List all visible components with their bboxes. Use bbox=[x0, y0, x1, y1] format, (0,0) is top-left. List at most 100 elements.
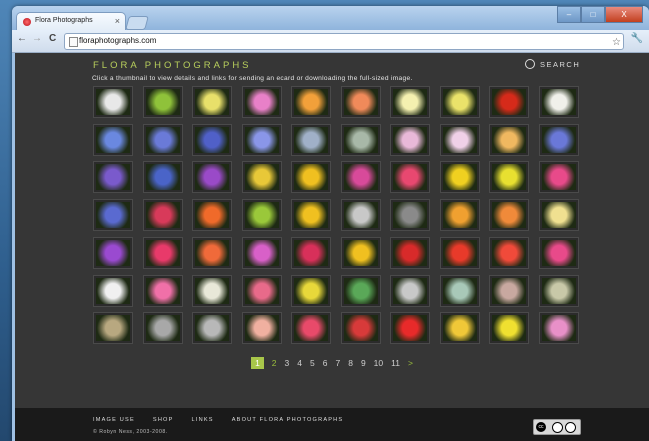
page-link-9[interactable]: 9 bbox=[361, 358, 366, 368]
page-link-2[interactable]: 2 bbox=[272, 358, 277, 368]
thumbnail[interactable] bbox=[439, 236, 480, 269]
thumbnail[interactable] bbox=[390, 274, 430, 307]
thumbnail[interactable] bbox=[439, 86, 480, 118]
thumbnail[interactable] bbox=[142, 86, 183, 118]
thumbnail[interactable] bbox=[241, 274, 282, 307]
thumbnail[interactable] bbox=[93, 274, 133, 307]
reload-button[interactable]: C bbox=[49, 33, 56, 44]
thumbnail[interactable] bbox=[241, 161, 282, 194]
page-link-10[interactable]: 10 bbox=[374, 358, 383, 368]
thumbnail[interactable] bbox=[439, 123, 480, 156]
thumbnail[interactable] bbox=[93, 312, 133, 345]
thumbnail[interactable] bbox=[142, 123, 183, 156]
footer-link[interactable]: ABOUT FLORA PHOTOGRAPHS bbox=[232, 417, 344, 423]
thumbnail[interactable] bbox=[93, 86, 133, 118]
thumbnail[interactable] bbox=[192, 236, 232, 269]
thumbnail[interactable] bbox=[340, 236, 381, 269]
thumbnail[interactable] bbox=[291, 274, 331, 307]
thumbnail[interactable] bbox=[291, 86, 331, 118]
thumbnail[interactable] bbox=[241, 236, 282, 269]
thumbnail[interactable] bbox=[538, 123, 579, 156]
maximize-button[interactable]: □ bbox=[581, 6, 605, 23]
forward-button[interactable]: → bbox=[32, 33, 42, 44]
thumbnail[interactable] bbox=[489, 161, 529, 194]
thumbnail[interactable] bbox=[192, 274, 232, 307]
page-link-11[interactable]: 11 bbox=[391, 358, 400, 368]
thumbnail[interactable] bbox=[340, 161, 381, 194]
thumbnail[interactable] bbox=[439, 199, 480, 232]
thumbnail[interactable] bbox=[142, 236, 183, 269]
thumbnail[interactable] bbox=[489, 274, 529, 307]
thumbnail[interactable] bbox=[192, 86, 232, 118]
thumbnail[interactable] bbox=[241, 123, 282, 156]
footer-link[interactable]: IMAGE USE bbox=[93, 417, 135, 423]
creative-commons-badge[interactable]: cc bbox=[533, 419, 581, 435]
thumbnail[interactable] bbox=[291, 236, 331, 269]
thumbnail[interactable] bbox=[241, 86, 282, 118]
thumbnail[interactable] bbox=[142, 312, 183, 345]
thumbnail[interactable] bbox=[340, 123, 381, 156]
thumbnail[interactable] bbox=[93, 123, 133, 156]
thumbnail[interactable] bbox=[489, 86, 529, 118]
page-link-3[interactable]: 3 bbox=[285, 358, 290, 368]
thumbnail[interactable] bbox=[340, 312, 381, 345]
thumbnail[interactable] bbox=[390, 236, 430, 269]
search-link[interactable]: SEARCH bbox=[525, 59, 580, 70]
thumbnail[interactable] bbox=[142, 199, 183, 232]
thumbnail[interactable] bbox=[538, 199, 579, 232]
thumbnail[interactable] bbox=[439, 274, 480, 307]
thumbnail[interactable] bbox=[93, 199, 133, 232]
thumbnail[interactable] bbox=[241, 312, 282, 345]
thumbnail[interactable] bbox=[390, 161, 430, 194]
thumbnail[interactable] bbox=[489, 199, 529, 232]
thumbnail[interactable] bbox=[538, 312, 579, 345]
thumbnail[interactable] bbox=[340, 274, 381, 307]
thumbnail[interactable] bbox=[340, 86, 381, 118]
page-link-6[interactable]: 6 bbox=[323, 358, 328, 368]
thumbnail[interactable] bbox=[142, 274, 183, 307]
thumbnail[interactable] bbox=[390, 199, 430, 232]
thumbnail[interactable] bbox=[439, 161, 480, 194]
thumbnail[interactable] bbox=[192, 199, 232, 232]
thumbnail[interactable] bbox=[291, 161, 331, 194]
site-logo[interactable]: FLORA PHOTOGRAPHS bbox=[93, 60, 252, 71]
thumbnail[interactable] bbox=[538, 86, 579, 118]
page-link-4[interactable]: 4 bbox=[297, 358, 302, 368]
thumbnail[interactable] bbox=[538, 161, 579, 194]
thumbnail[interactable] bbox=[93, 236, 133, 269]
thumbnail[interactable] bbox=[291, 312, 331, 345]
thumbnail[interactable] bbox=[291, 199, 331, 232]
thumbnail[interactable] bbox=[538, 236, 579, 269]
thumbnail[interactable] bbox=[439, 312, 480, 345]
thumbnail[interactable] bbox=[390, 312, 430, 345]
thumbnail[interactable] bbox=[291, 123, 331, 156]
bookmark-star-icon[interactable]: ☆ bbox=[612, 37, 621, 48]
new-tab-button[interactable] bbox=[125, 16, 149, 30]
page-link-5[interactable]: 5 bbox=[310, 358, 315, 368]
thumbnail[interactable] bbox=[340, 199, 381, 232]
thumbnail[interactable] bbox=[142, 161, 183, 194]
wrench-icon[interactable]: 🔧 bbox=[631, 33, 643, 44]
page-link-8[interactable]: 8 bbox=[348, 358, 353, 368]
footer-link[interactable]: SHOP bbox=[153, 417, 174, 423]
footer-link[interactable]: LINKS bbox=[192, 417, 214, 423]
back-button[interactable]: ← bbox=[17, 33, 27, 44]
thumbnail[interactable] bbox=[489, 123, 529, 156]
thumbnail[interactable] bbox=[390, 123, 430, 156]
thumbnail[interactable] bbox=[192, 123, 232, 156]
thumbnail[interactable] bbox=[93, 161, 133, 194]
thumbnail[interactable] bbox=[241, 199, 282, 232]
thumbnail[interactable] bbox=[538, 274, 579, 307]
page-link-1[interactable]: 1 bbox=[251, 357, 264, 369]
thumbnail[interactable] bbox=[489, 312, 529, 345]
tab-close-icon[interactable]: × bbox=[115, 16, 120, 26]
address-bar[interactable]: floraphotographs.com ☆ bbox=[64, 33, 624, 50]
page-link-7[interactable]: 7 bbox=[335, 358, 340, 368]
thumbnail[interactable] bbox=[390, 86, 430, 118]
thumbnail[interactable] bbox=[192, 161, 232, 194]
next-page-link[interactable]: > bbox=[408, 358, 413, 368]
close-window-button[interactable]: X bbox=[605, 6, 643, 23]
thumbnail[interactable] bbox=[489, 236, 529, 269]
minimize-button[interactable]: – bbox=[557, 6, 581, 23]
tab-flora-photographs[interactable]: Flora Photographs × bbox=[16, 12, 126, 31]
